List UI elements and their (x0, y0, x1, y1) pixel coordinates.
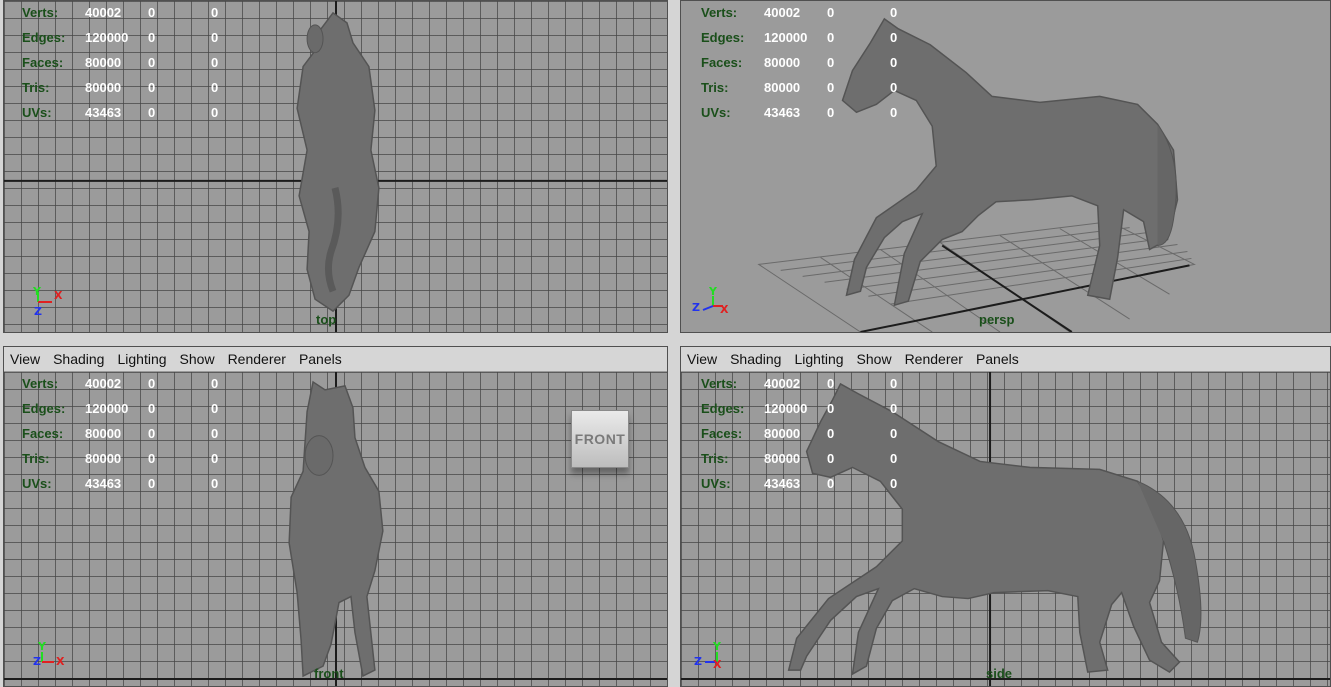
viewport-panel-side[interactable]: View Shading Lighting Show Renderer Pane… (680, 346, 1331, 687)
camera-label-side: side (986, 666, 1013, 681)
axis-z-label: Z (694, 655, 702, 668)
axis-gizmo-top-icon: Y X Z (30, 285, 70, 318)
viewport-side[interactable]: Verts: 40002 0 0 Edges: 120000 0 0 Faces: 80000… (681, 372, 1330, 686)
axis-gizmo-persp-icon: Y X Z (689, 285, 729, 318)
menu-view[interactable]: View (10, 351, 40, 367)
axis-y-label: Y (32, 286, 42, 298)
viewport-panel-top[interactable]: Verts: 40002 0 0 Edges: 120000 0 0 Faces: 80000… (3, 0, 668, 333)
menu-panels[interactable]: Panels (299, 351, 342, 367)
axis-z-label: Z (33, 655, 41, 668)
axis-y-label: Y (708, 286, 718, 298)
camera-label-persp: persp (979, 312, 1015, 327)
axis-gizmo-side-icon: Y X Z (689, 640, 729, 672)
axis-x-label: X (713, 658, 722, 671)
camera-label-top: top (316, 312, 337, 327)
menu-renderer[interactable]: Renderer (905, 351, 963, 367)
menu-shading[interactable]: Shading (730, 351, 781, 367)
axis-x-label: X (720, 303, 729, 316)
horse-model-persp[interactable] (681, 1, 1330, 332)
axis-z-label: Z (34, 305, 42, 318)
axis-x-label: X (54, 289, 63, 302)
menu-panels[interactable]: Panels (976, 351, 1019, 367)
panel-menu-bar: View Shading Lighting Show Renderer Pane… (681, 347, 1330, 372)
menu-shading[interactable]: Shading (53, 351, 104, 367)
axis-y-label: Y (712, 640, 722, 653)
viewport-front[interactable]: Verts: 40002 0 0 Edges: 120000 0 0 Faces: 80000… (4, 372, 667, 686)
horse-model-top[interactable] (4, 1, 667, 332)
viewport-persp[interactable]: Verts: 40002 0 0 Edges: 120000 0 0 Faces: 80000… (681, 1, 1330, 332)
axis-x-label: X (56, 655, 65, 668)
menu-lighting[interactable]: Lighting (794, 351, 843, 367)
viewport-top[interactable]: Verts: 40002 0 0 Edges: 120000 0 0 Faces: 80000… (4, 1, 667, 332)
menu-show[interactable]: Show (857, 351, 892, 367)
menu-lighting[interactable]: Lighting (117, 351, 166, 367)
viewcube-label: FRONT (574, 431, 626, 447)
camera-label-front: front (314, 666, 344, 681)
axis-y-label: Y (37, 640, 47, 653)
axis-gizmo-front-icon: Y X Z (30, 640, 70, 672)
menu-view[interactable]: View (687, 351, 717, 367)
panel-menu-bar: View Shading Lighting Show Renderer Pane… (4, 347, 667, 372)
viewport-panel-front[interactable]: View Shading Lighting Show Renderer Pane… (3, 346, 668, 687)
menu-renderer[interactable]: Renderer (228, 351, 286, 367)
viewport-panel-persp[interactable]: Verts: 40002 0 0 Edges: 120000 0 0 Faces: 80000… (680, 0, 1331, 333)
viewcube-icon[interactable]: FRONT (571, 410, 629, 468)
menu-show[interactable]: Show (180, 351, 215, 367)
axis-z-label: Z (692, 301, 700, 314)
